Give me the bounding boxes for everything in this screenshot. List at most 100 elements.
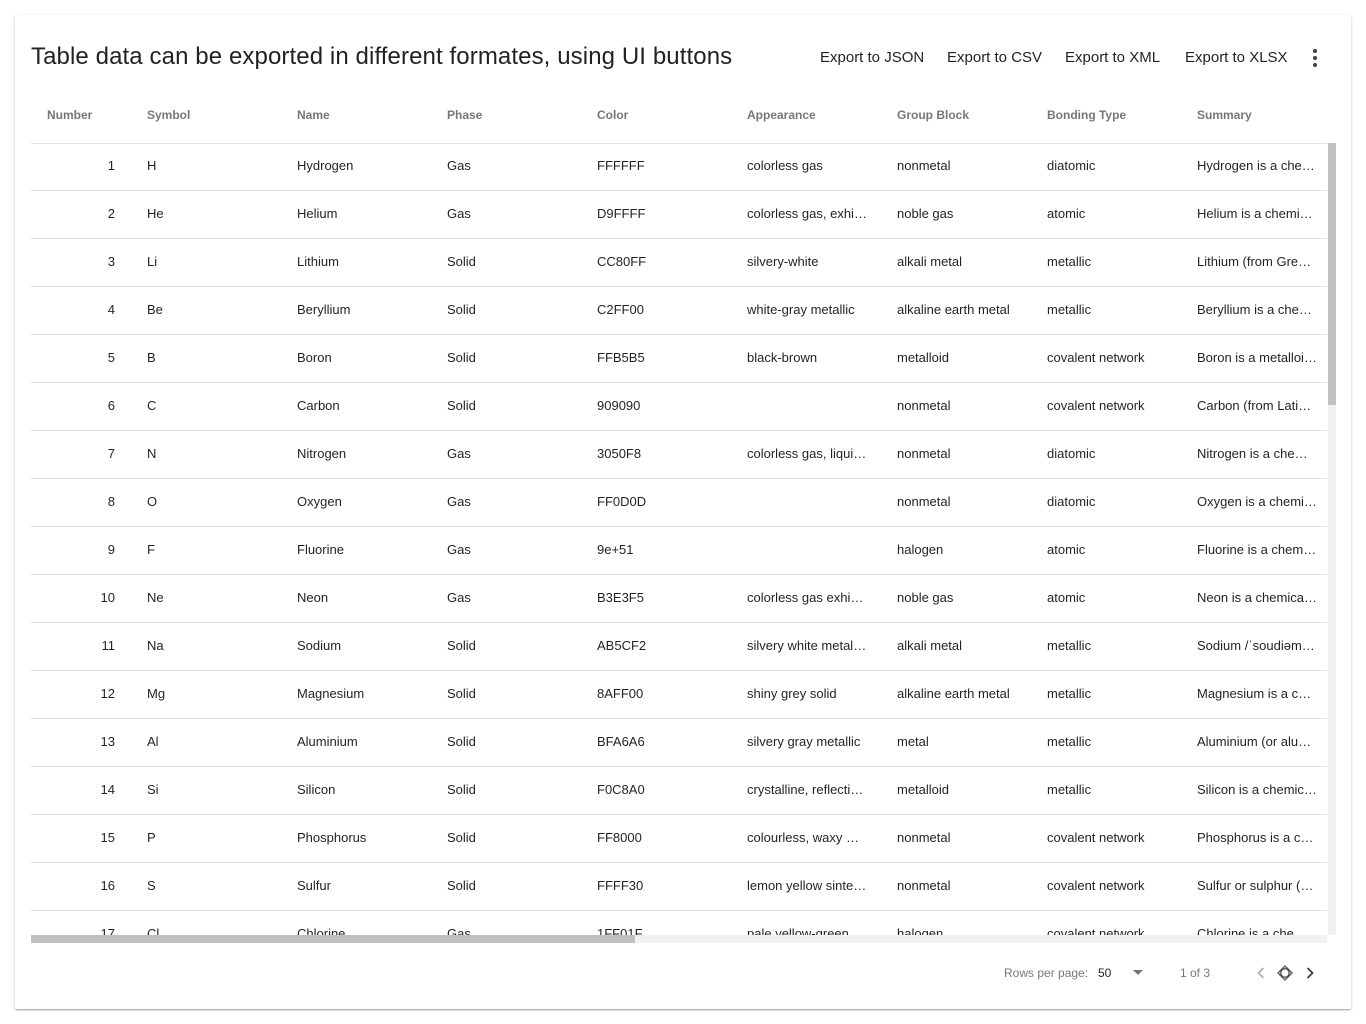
cell-number: 11 [101, 638, 116, 653]
table-row[interactable]: 17 Cl Chlorine Gas 1FF01F pale yellow-green… h… [31, 911, 1327, 935]
cell-color: 9e+51 [597, 542, 634, 557]
cell-number: 17 [100, 926, 115, 935]
cell-summary: Sodium /ˈsoudiəm… [1197, 638, 1315, 653]
cell-group-block: nonmetal [897, 158, 951, 173]
table-row[interactable]: 12 Mg Magnesium Solid 8AFF00 shiny grey solid… [31, 671, 1327, 719]
horizontal-scrollbar[interactable] [31, 935, 1327, 943]
cell-summary: Boron is a metalloi… [1197, 350, 1317, 365]
cell-name: Neon [297, 590, 329, 605]
cell-bonding-type: metallic [1047, 302, 1092, 317]
cell-phase: Gas [447, 446, 471, 461]
table-row[interactable]: 8 O Oxygen Gas FF0D0D nonmetal diatomic Oxygen … [31, 479, 1327, 527]
cell-bonding-type: diatomic [1047, 494, 1096, 509]
cell-color: 3050F8 [597, 446, 642, 461]
cell-summary: Chlorine is a chem… [1197, 926, 1317, 935]
table-row[interactable]: 2 He Helium Gas D9FFFF colorless gas, exhi… no… [31, 191, 1327, 239]
cell-appearance: black-brown [747, 350, 818, 365]
column-header-group-block[interactable]: Group Block [897, 95, 1037, 143]
cell-color: CC80FF [597, 254, 647, 269]
table-row[interactable]: 14 Si Silicon Solid F0C8A0 crystalline, refle… [31, 767, 1327, 815]
cell-summary: Silicon is a chemic… [1197, 782, 1317, 797]
cell-summary: Nitrogen is a chem… [1197, 446, 1317, 461]
cell-appearance [747, 383, 867, 430]
table-row[interactable]: 4 Be Beryllium Solid C2FF00 white-gray metall… [31, 287, 1327, 335]
cell-color: FF0D0D [597, 494, 647, 509]
cell-bonding-type: metallic [1047, 782, 1092, 797]
cell-bonding-type: diatomic [1047, 158, 1096, 173]
column-header-symbol[interactable]: Symbol [147, 95, 287, 143]
cell-number: 1 [107, 158, 115, 173]
column-header-bonding-type[interactable]: Bonding Type [1047, 95, 1187, 143]
column-header-name[interactable]: Name [297, 95, 437, 143]
table-row[interactable]: 13 Al Aluminium Solid BFA6A6 silvery gray met… [31, 719, 1327, 767]
page-info: 1 of 3 [1180, 966, 1211, 980]
cell-bonding-type: covalent network [1047, 830, 1145, 845]
cell-name: Chlorine [297, 926, 346, 935]
previous-page-button[interactable] [1249, 961, 1273, 985]
cell-color: FFFFFF [597, 158, 645, 173]
cell-bonding-type: metallic [1047, 254, 1092, 269]
cell-phase: Gas [447, 590, 471, 605]
column-header-phase[interactable]: Phase [447, 95, 587, 143]
next-page-button[interactable] [1298, 961, 1322, 985]
table-row[interactable]: 7 N Nitrogen Gas 3050F8 colorless gas, liqui…… [31, 431, 1327, 479]
cell-name: Beryllium [297, 302, 351, 317]
vertical-scrollbar[interactable] [1328, 143, 1336, 935]
cell-summary: Oxygen is a chemi… [1197, 494, 1317, 509]
export-xlsx-button[interactable]: Export to XLSX [1185, 47, 1288, 69]
table-row[interactable]: 9 F Fluorine Gas 9e+51 halogen atomic Fluorine … [31, 527, 1327, 575]
cell-number: 14 [100, 782, 115, 797]
export-json-button[interactable]: Export to JSON [820, 47, 924, 69]
rows-per-page-label: Rows per page: [1004, 966, 1089, 980]
cell-group-block: metalloid [897, 782, 950, 797]
column-header-appearance[interactable]: Appearance [747, 95, 867, 143]
cell-group-block: alkaline earth metal [897, 686, 1010, 701]
table-row[interactable]: 15 P Phosphorus Solid FF8000 colourless, waxy… [31, 815, 1327, 863]
table-row[interactable]: 10 Ne Neon Gas B3E3F5 colorless gas exhi… nobl… [31, 575, 1327, 623]
cell-group-block: nonmetal [897, 878, 951, 893]
cell-name: Lithium [297, 254, 339, 269]
horizontal-scrollbar-thumb[interactable] [31, 935, 635, 943]
cell-phase: Solid [447, 734, 476, 749]
cell-number: 7 [107, 446, 115, 461]
table-row[interactable]: 11 Na Sodium Solid AB5CF2 silvery white metal… [31, 623, 1327, 671]
cell-summary: Carbon (from Latin… [1197, 398, 1317, 413]
cell-number: 6 [107, 398, 115, 413]
table-row[interactable]: 5 B Boron Solid FFB5B5 black-brown metalloid co… [31, 335, 1327, 383]
cell-bonding-type: metallic [1047, 638, 1092, 653]
more-options-button[interactable] [1303, 46, 1327, 70]
column-header-summary[interactable]: Summary [1197, 95, 1317, 143]
cell-symbol: S [147, 878, 156, 893]
export-xml-button[interactable]: Export to XML [1065, 47, 1160, 69]
cell-color: F0C8A0 [597, 782, 645, 797]
cell-summary: Hydrogen is a che… [1197, 158, 1315, 173]
cell-appearance: silvery gray metallic [747, 734, 861, 749]
table-body[interactable]: 1 H Hydrogen Gas FFFFFF colorless gas nonmetal… [31, 143, 1327, 935]
cell-name: Magnesium [297, 686, 365, 701]
cell-bonding-type: covalent network [1047, 350, 1145, 365]
column-header-number[interactable]: Number [47, 95, 115, 143]
table-row[interactable]: 3 Li Lithium Solid CC80FF silvery-white alkali… [31, 239, 1327, 287]
page-indicator-button[interactable] [1273, 961, 1297, 985]
cell-appearance: colorless gas, exhi… [747, 206, 867, 221]
pagination-bar: Rows per page: 50 1 of 3 [15, 951, 1351, 995]
table-row[interactable]: 16 S Sulfur Solid FFFF30 lemon yellow sinte… n… [31, 863, 1327, 911]
table-row[interactable]: 1 H Hydrogen Gas FFFFFF colorless gas nonmetal… [31, 143, 1327, 191]
vertical-scrollbar-thumb[interactable] [1328, 143, 1336, 405]
cell-appearance: silvery white metal… [747, 638, 867, 653]
cell-phase: Solid [447, 830, 476, 845]
cell-group-block: halogen [897, 542, 944, 557]
export-csv-button[interactable]: Export to CSV [947, 47, 1042, 69]
cell-name: Fluorine [297, 542, 344, 557]
cell-color: 8AFF00 [597, 686, 644, 701]
cell-group-block: nonmetal [897, 398, 951, 413]
cell-number: 3 [107, 254, 115, 269]
cell-symbol: C [147, 398, 157, 413]
cell-appearance: colorless gas, liqui… [747, 446, 867, 461]
table-row[interactable]: 6 C Carbon Solid 909090 nonmetal covalent netw… [31, 383, 1327, 431]
cell-symbol: B [147, 350, 156, 365]
rows-per-page-select[interactable]: 50 [1098, 963, 1148, 983]
column-header-color[interactable]: Color [597, 95, 737, 143]
cell-name: Sodium [297, 638, 342, 653]
cell-number: 13 [100, 734, 115, 749]
